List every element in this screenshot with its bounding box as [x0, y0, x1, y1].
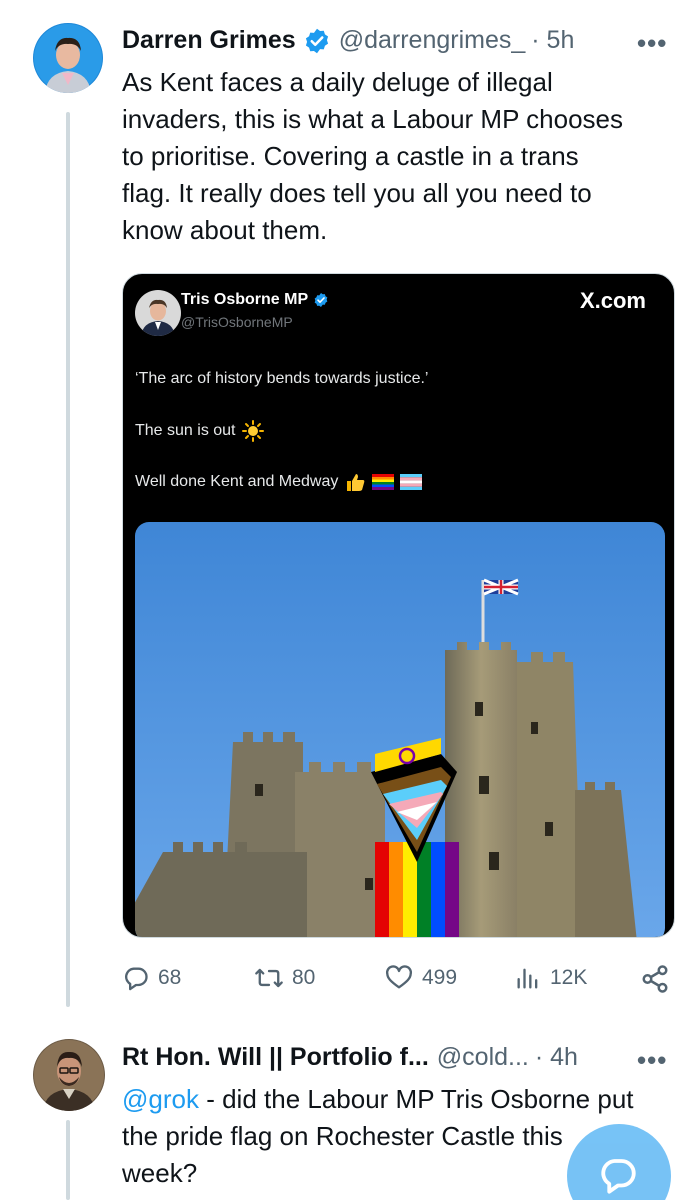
embedded-line-3-text: Well done Kent and Medway — [135, 473, 339, 490]
reply-more-options-icon[interactable]: ••• — [637, 1045, 667, 1076]
post-text-line: to prioritise. Covering a castle in a tr… — [122, 141, 579, 171]
reply-author-avatar[interactable] — [33, 1039, 105, 1111]
repost-icon — [254, 964, 284, 992]
reply-count: 68 — [158, 966, 182, 989]
reply-time[interactable]: · 4h — [535, 1043, 578, 1072]
embedded-line-2: The sun is out — [135, 420, 264, 442]
like-button[interactable]: 499 — [384, 964, 457, 992]
author-avatar[interactable] — [33, 23, 103, 93]
like-icon — [384, 964, 414, 992]
compose-bubble-icon — [597, 1154, 639, 1196]
embedded-author-name: Tris Osborne MP — [181, 291, 309, 308]
repost-count: 80 — [292, 966, 316, 989]
views-count: 12K — [550, 966, 588, 989]
embedded-screenshot[interactable]: Tris Osborne MP @TrisOsborneMP X.com ‘Th… — [122, 273, 675, 938]
thread-line-top — [66, 112, 70, 1007]
author-handle[interactable]: @darrengrimes_ — [339, 26, 526, 55]
embedded-line-1: ‘The arc of history bends towards justic… — [135, 370, 428, 388]
grok-mention-link[interactable]: @grok — [122, 1084, 199, 1114]
reply-text-line-1-rest: - did the Labour MP Tris Osborne put — [198, 1084, 634, 1114]
site-label: X.com — [579, 288, 646, 313]
post-time[interactable]: · 5h — [531, 26, 574, 55]
embedded-line-2-text: The sun is out — [135, 422, 236, 439]
reply-icon — [122, 964, 150, 992]
rainbow-flag-emoji-icon — [372, 474, 395, 490]
post-text-line: know about them. — [122, 215, 328, 245]
embedded-line-1-text: ‘The arc of history bends towards justic… — [135, 370, 429, 387]
reply-author-name[interactable]: Rt Hon. Will || Portfolio f... — [122, 1043, 429, 1072]
castle-with-pride-flag-photo[interactable] — [135, 522, 665, 937]
action-bar: 68 80 499 12K — [122, 962, 675, 998]
post-text: As Kent faces a daily deluge of illegal … — [122, 64, 682, 249]
post-header: Darren Grimes @darrengrimes_ · 5h — [122, 26, 574, 55]
reply-header: Rt Hon. Will || Portfolio f... @cold... … — [122, 1043, 578, 1072]
thread-line-bottom — [66, 1120, 70, 1200]
repost-button[interactable]: 80 — [254, 964, 315, 992]
post-text-line: flag. It really does tell you all you ne… — [122, 178, 592, 208]
embedded-author-avatar — [135, 290, 181, 336]
embedded-verified-badge-icon — [313, 292, 329, 308]
author-name[interactable]: Darren Grimes — [122, 26, 296, 55]
reply-author-handle[interactable]: @cold... — [437, 1043, 529, 1072]
like-count: 499 — [422, 966, 458, 989]
share-icon — [640, 964, 670, 994]
reply-button[interactable]: 68 — [122, 964, 181, 992]
embedded-author-row: Tris Osborne MP — [181, 291, 329, 309]
views-button[interactable]: 12K — [514, 964, 587, 992]
views-icon — [514, 964, 542, 992]
verified-badge-icon — [303, 27, 331, 55]
sun-emoji-icon — [241, 420, 264, 442]
thumbs-up-emoji-icon — [344, 471, 366, 493]
post-text-line: invaders, this is what a Labour MP choos… — [122, 104, 624, 134]
embedded-author-handle: @TrisOsborneMP — [181, 314, 293, 330]
embedded-line-3: Well done Kent and Medway — [135, 471, 423, 493]
transgender-flag-emoji-icon — [400, 474, 423, 490]
reply-text-line-1: @grok - did the Labour MP Tris Osborne p… — [122, 1081, 682, 1118]
share-button[interactable] — [640, 964, 670, 994]
more-options-icon[interactable]: ••• — [637, 28, 667, 59]
post-text-line: As Kent faces a daily deluge of illegal — [122, 67, 553, 97]
